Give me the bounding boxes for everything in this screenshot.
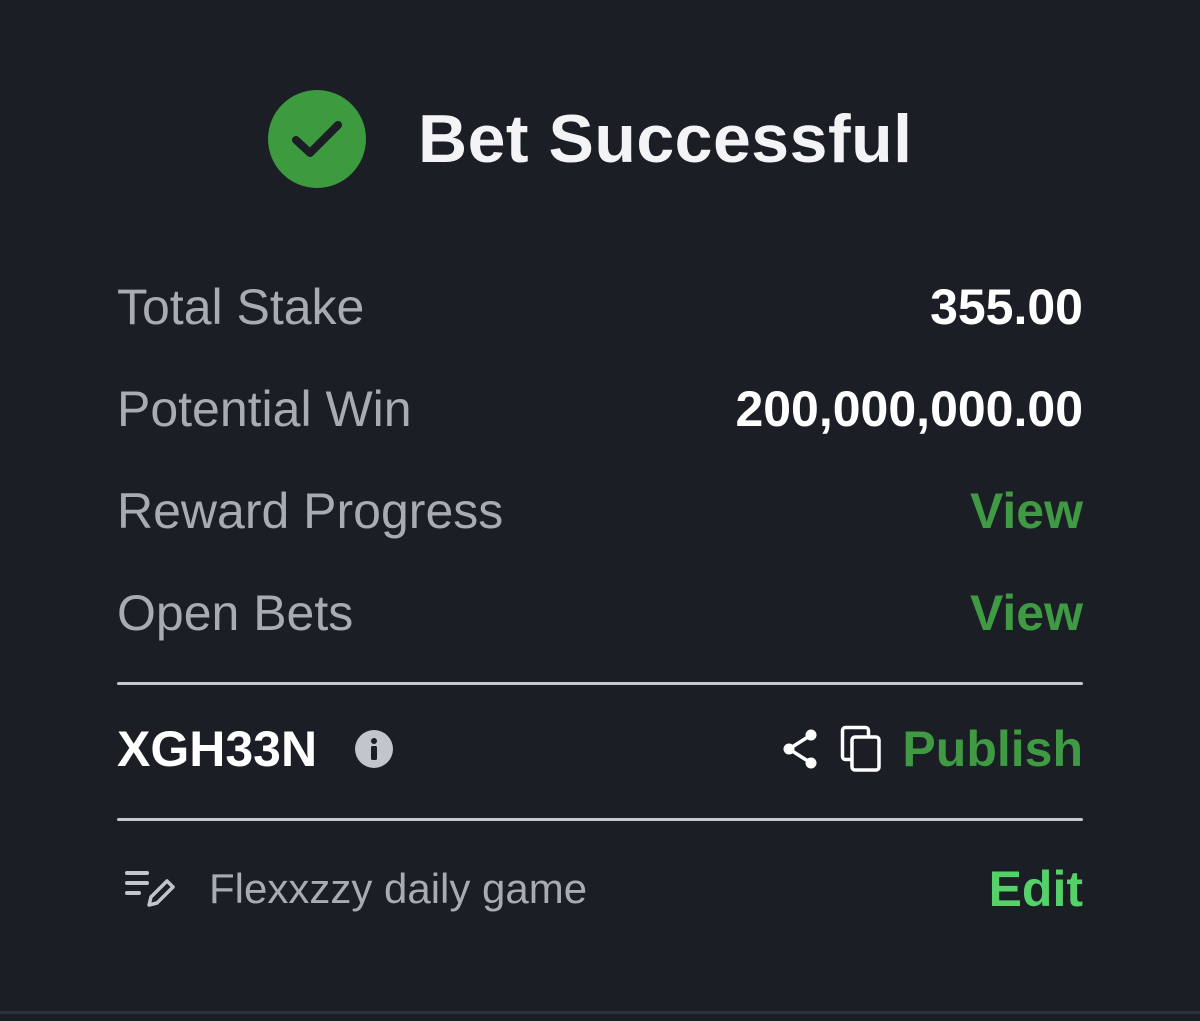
total-stake-value: 355.00 — [930, 279, 1083, 335]
reward-progress-label: Reward Progress — [117, 483, 504, 539]
potential-win-value: 200,000,000.00 — [735, 381, 1083, 437]
header: Bet Successful — [268, 90, 913, 188]
divider-bottom — [117, 818, 1083, 821]
booking-code: XGH33N — [117, 721, 318, 777]
bottom-divider — [0, 1011, 1200, 1014]
copy-icon[interactable] — [840, 725, 882, 773]
open-bets-row: Open Bets View — [117, 583, 1083, 643]
booking-code-row: XGH33N Publish — [117, 718, 1083, 780]
bet-note-text: Flexxzzy daily game — [209, 865, 588, 912]
edit-note-button[interactable]: Edit — [989, 860, 1083, 918]
open-bets-view-link[interactable]: View — [970, 584, 1083, 642]
reward-progress-view-link[interactable]: View — [970, 482, 1083, 540]
total-stake-row: Total Stake 355.00 — [117, 277, 1083, 337]
publish-button[interactable]: Publish — [902, 720, 1083, 778]
potential-win-label: Potential Win — [117, 381, 412, 437]
total-stake-label: Total Stake — [117, 279, 365, 335]
page-title: Bet Successful — [418, 101, 913, 177]
divider-top — [117, 682, 1083, 685]
info-icon[interactable] — [355, 730, 394, 768]
open-bets-label: Open Bets — [117, 585, 354, 641]
reward-progress-row: Reward Progress View — [117, 481, 1083, 541]
potential-win-row: Potential Win 200,000,000.00 — [117, 379, 1083, 439]
bet-success-panel: Bet Successful Total Stake 355.00 Potent… — [0, 0, 1200, 1021]
share-icon[interactable] — [780, 727, 820, 771]
note-row: Flexxzzy daily game Edit — [117, 858, 1083, 920]
edit-list-icon — [123, 867, 179, 911]
check-circle-icon — [268, 90, 366, 188]
